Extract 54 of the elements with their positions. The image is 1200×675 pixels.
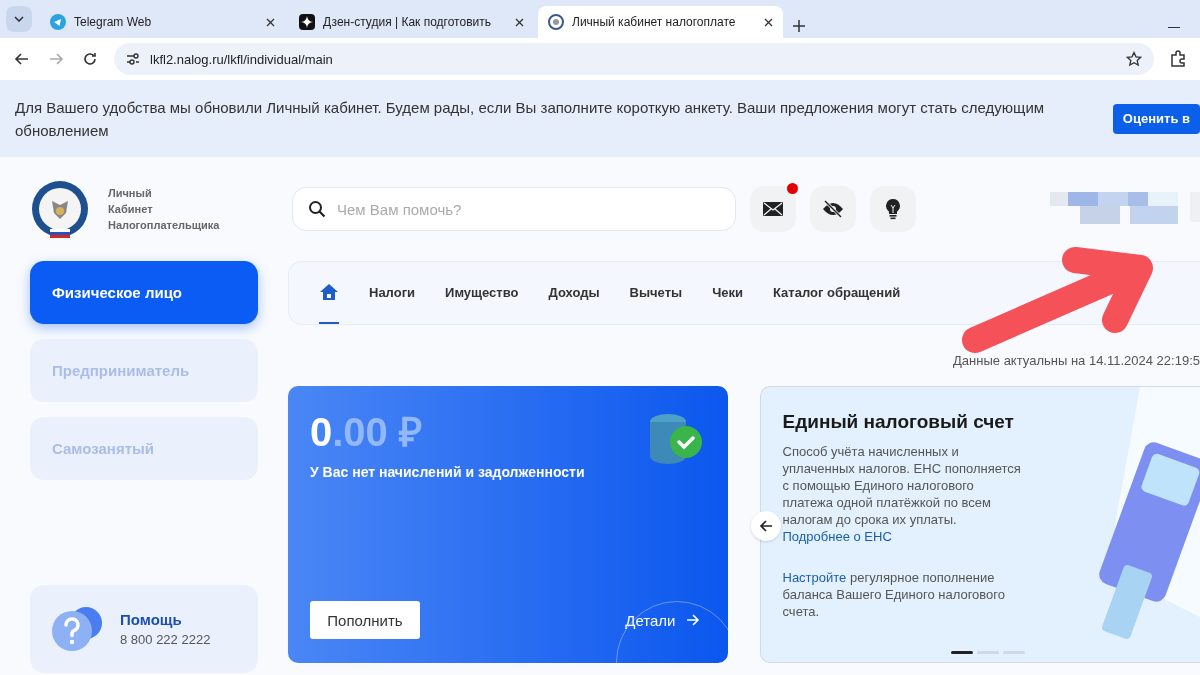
- tab-list-button[interactable]: [6, 6, 32, 32]
- close-icon[interactable]: [515, 17, 524, 27]
- rate-button[interactable]: Оценить в: [1112, 103, 1200, 134]
- star-logo-icon: [299, 14, 315, 30]
- setup-link[interactable]: Настройте: [782, 570, 847, 585]
- logo-text: Налогоплательщика: [108, 218, 221, 233]
- home-icon: [319, 283, 339, 301]
- more-link[interactable]: Подробнее о ЕНС: [782, 529, 892, 544]
- arrow-right-icon: [685, 614, 700, 626]
- nav-tab[interactable]: Чеки: [712, 262, 743, 324]
- mail-button[interactable]: [750, 186, 796, 232]
- info-title: Единый налоговый счет: [782, 411, 1015, 433]
- topup-button[interactable]: Пополнить: [310, 601, 420, 639]
- balance-message: У Вас нет начислений и задолженности: [310, 464, 586, 480]
- close-icon[interactable]: [266, 17, 275, 27]
- details-link[interactable]: Детали: [625, 611, 700, 629]
- close-icon[interactable]: [764, 17, 773, 27]
- help-phone: 8 800 222 2222: [120, 632, 211, 647]
- nav-tab[interactable]: Вычеты: [629, 262, 683, 324]
- emblem-logo: [30, 179, 90, 239]
- previous-button[interactable]: [750, 511, 781, 541]
- nav-tab[interactable]: Каталог обращений: [773, 262, 901, 324]
- extensions-icon[interactable]: [1168, 49, 1188, 69]
- address-bar[interactable]: lkfl2.nalog.ru/lkfl/individual/main: [114, 43, 1154, 75]
- lightbulb-icon: [885, 198, 901, 220]
- help-title: Помощь: [120, 611, 183, 628]
- telegram-icon: [50, 14, 66, 30]
- browser-tab[interactable]: Дзен-студия | Как подготовить: [289, 6, 534, 38]
- nav-tab[interactable]: Имущество: [445, 262, 519, 324]
- tips-button[interactable]: [870, 186, 916, 232]
- account-type-tab[interactable]: Физическое лицо: [30, 261, 258, 324]
- logo-text: Кабинет: [108, 202, 154, 217]
- setup-text: Настройте регулярное пополнение баланса Вашего Единого налогового счета.: [782, 569, 1007, 620]
- logo-text: Личный: [108, 186, 153, 201]
- search-field[interactable]: Чем Вам помочь?: [292, 187, 736, 231]
- envelope-icon: [763, 202, 783, 216]
- visibility-button[interactable]: [810, 186, 856, 232]
- eye-off-icon: [822, 200, 844, 218]
- help-card[interactable]: Помощь 8 800 222 2222: [30, 585, 258, 673]
- site-settings-icon[interactable]: [126, 52, 140, 66]
- banner-text: Для Вашего удобства мы обновили Личный кабинет. Будем рады, если Вы заполните короткую анкету. Ваши предложения могут стать следующим обновлением: [15, 97, 1046, 141]
- info-text: Способ учёта начисленных и уплаченных налогов. ЕНС пополняется с помощью Единого налогового платежа одной платёжкой по всем налогам до срока их уплаты. Подробнее о ЕНС: [782, 443, 1022, 545]
- star-icon[interactable]: [1126, 51, 1142, 67]
- new-tab-icon[interactable]: [793, 20, 805, 32]
- arrow-left-icon: [758, 520, 773, 532]
- coins-check-icon: [647, 412, 704, 466]
- nav-tab[interactable]: Налоги: [369, 262, 416, 324]
- updated-text: Данные актуальны на 14.11.2024 22:19:5: [953, 353, 1200, 368]
- emblem-icon: [548, 14, 564, 30]
- balance-amount: 0.00 ₽: [310, 410, 422, 454]
- chevron-icon: [14, 16, 24, 22]
- browser-tab[interactable]: Telegram Web: [40, 6, 285, 38]
- nav-tab[interactable]: Доходы: [548, 262, 600, 324]
- browser-tab[interactable]: Личный кабинет налогоплате: [538, 6, 783, 38]
